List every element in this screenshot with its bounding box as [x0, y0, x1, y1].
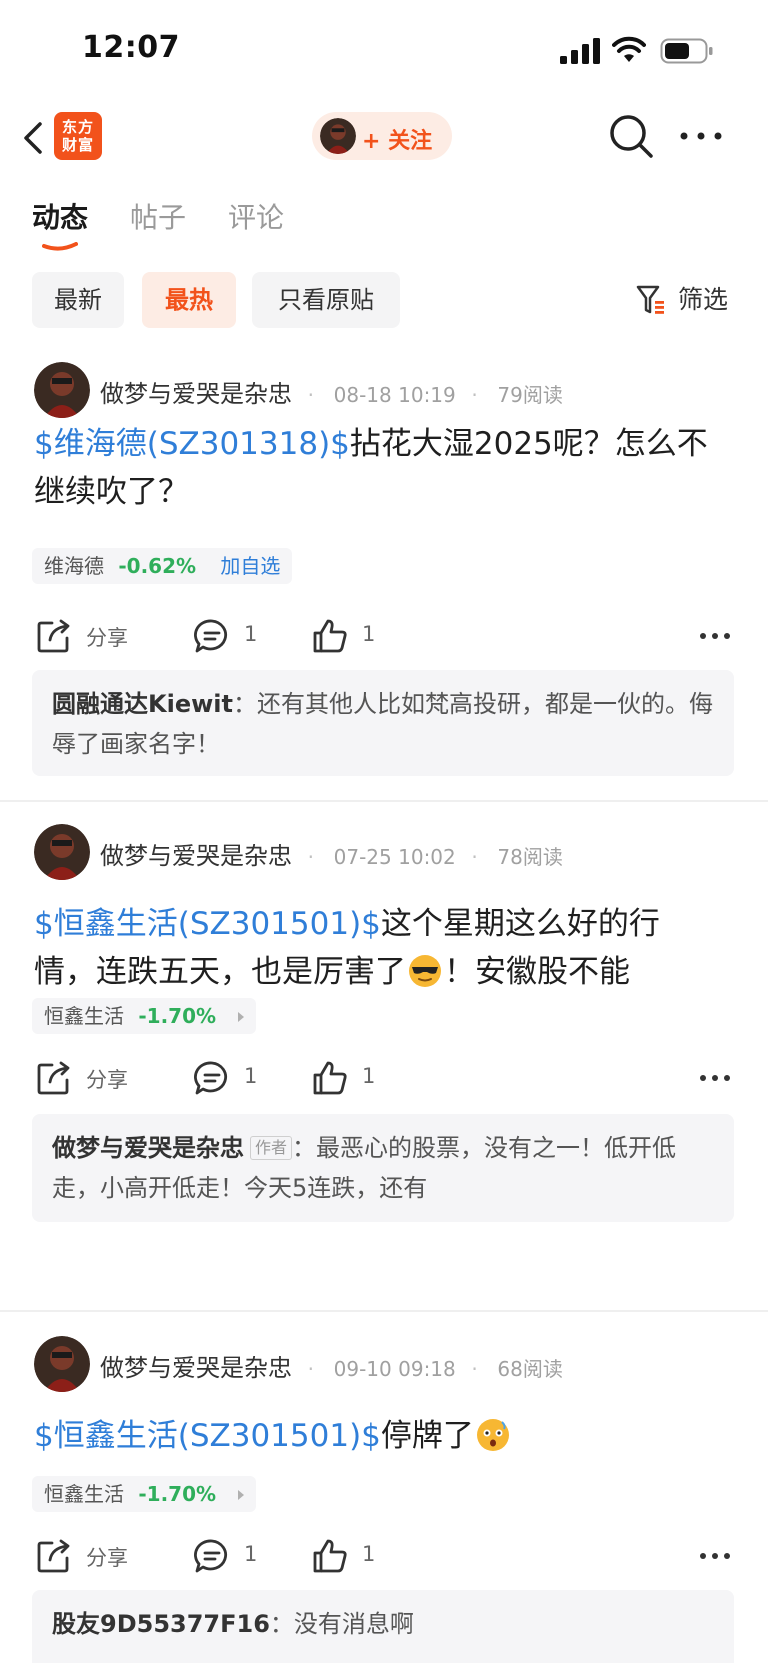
author-name[interactable]: 做梦与爱哭是杂忠	[100, 380, 292, 408]
like-count: 1	[362, 622, 376, 646]
author-badge: 作者	[250, 1136, 293, 1160]
read-count: 79阅读	[497, 383, 563, 407]
share-icon	[37, 1539, 70, 1573]
back-arrow-icon[interactable]	[18, 118, 48, 158]
chip-hottest[interactable]: 最热	[142, 272, 236, 328]
comment-count: 1	[244, 622, 258, 646]
stock-name: 恒鑫生活	[44, 1004, 124, 1028]
post-time: 09-10 09:18	[333, 1357, 456, 1381]
post-item[interactable]: 做梦与爱哭是杂忠 · 08-18 10:19 · 79阅读 $维海德(SZ301…	[0, 360, 768, 800]
comment-icon	[194, 1539, 228, 1573]
filter-bar: 最新 最热 只看原贴 筛选	[0, 272, 768, 328]
share-label: 分享	[86, 626, 128, 650]
share-icon	[37, 619, 70, 653]
post-item[interactable]: 做梦与爱哭是杂忠 · 07-25 10:02 · 78阅读 $恒鑫生活(SZ30…	[0, 822, 768, 1282]
post-time: 08-18 10:19	[333, 383, 456, 407]
thumbs-up-icon	[313, 619, 347, 653]
commenter-name[interactable]: 做梦与爱哭是杂忠	[52, 1134, 244, 1162]
divider	[0, 800, 768, 802]
more-options-icon[interactable]	[698, 624, 732, 648]
comment-text: 没有消息啊	[293, 1610, 414, 1638]
stock-name: 恒鑫生活	[44, 1482, 124, 1506]
comment-count: 1	[244, 1542, 258, 1566]
stock-change: -0.62%	[118, 554, 197, 578]
avatar[interactable]	[34, 1336, 90, 1392]
stock-card[interactable]: 恒鑫生活 -1.70%	[32, 998, 257, 1034]
sunglasses-emoji-icon	[409, 955, 441, 987]
comment-icon	[194, 1061, 228, 1095]
post-item[interactable]: 做梦与爱哭是杂忠 · 09-10 09:18 · 68阅读 $恒鑫生活(SZ30…	[0, 1334, 768, 1663]
more-options-icon[interactable]	[698, 1544, 732, 1568]
commenter-name[interactable]: 圆融通达Kiewit	[52, 690, 233, 718]
follow-label: + 关注	[362, 129, 433, 154]
author-name[interactable]: 做梦与爱哭是杂忠	[100, 1354, 292, 1382]
search-icon[interactable]	[608, 113, 654, 159]
post-meta: 做梦与爱哭是杂忠 · 07-25 10:02 · 78阅读	[100, 842, 563, 870]
stock-card[interactable]: 恒鑫生活 -1.70%	[32, 1476, 257, 1512]
post-time: 07-25 10:02	[333, 845, 456, 869]
stock-name: 维海德	[44, 554, 104, 578]
add-watchlist-button[interactable]: 加自选	[220, 554, 280, 578]
follow-button[interactable]: + 关注	[312, 112, 452, 160]
status-time: 12:07	[82, 30, 180, 65]
post-actions: 分享 1 1	[0, 1536, 768, 1576]
avatar[interactable]	[34, 362, 90, 418]
post-text[interactable]: $恒鑫生活(SZ301501)$停牌了	[34, 1412, 734, 1460]
wifi-icon	[612, 36, 646, 62]
tab-dynamics[interactable]: 动态	[32, 196, 88, 236]
filter-label: 筛选	[678, 285, 729, 314]
stock-tag-link[interactable]: $恒鑫生活(SZ301501)$	[34, 1418, 381, 1454]
chip-latest[interactable]: 最新	[32, 272, 124, 328]
share-icon	[37, 1061, 70, 1095]
post-text[interactable]: $维海德(SZ301318)$拈花大湿2025呢？怎么不继续吹了？	[34, 420, 734, 516]
caret-right-icon	[238, 1490, 245, 1500]
filter-icon	[636, 285, 664, 314]
post-meta: 做梦与爱哭是杂忠 · 08-18 10:19 · 79阅读	[100, 380, 563, 408]
more-options-icon[interactable]	[698, 1066, 732, 1090]
like-count: 1	[362, 1542, 376, 1566]
nav-bar: 东方 财富 + 关注	[0, 100, 768, 176]
post-actions: 分享 1 1	[0, 616, 768, 656]
avatar	[320, 118, 356, 154]
stock-tag-link[interactable]: $维海德(SZ301318)$	[34, 426, 350, 462]
thumbs-up-icon	[313, 1539, 347, 1573]
logo-text-bottom: 财富	[61, 136, 94, 154]
top-comment[interactable]: 圆融通达Kiewit：还有其他人比如梵高投研，都是一伙的。侮辱了画家名字！	[32, 670, 734, 776]
tab-bar: 动态 帖子 评论	[0, 196, 768, 256]
share-label: 分享	[86, 1068, 128, 1092]
caret-right-icon	[238, 1012, 245, 1022]
post-meta: 做梦与爱哭是杂忠 · 09-10 09:18 · 68阅读	[100, 1354, 563, 1382]
like-count: 1	[362, 1064, 376, 1088]
tab-comments[interactable]: 评论	[228, 196, 284, 236]
read-count: 78阅读	[497, 845, 563, 869]
commenter-name[interactable]: 股友9D55377F16	[52, 1610, 270, 1638]
more-icon[interactable]	[678, 122, 724, 150]
eastmoney-logo[interactable]: 东方 财富	[54, 112, 102, 160]
stock-tag-link[interactable]: $恒鑫生活(SZ301501)$	[34, 906, 381, 942]
thumbs-up-icon	[313, 1061, 347, 1095]
stock-change: -1.70%	[138, 1482, 217, 1506]
status-bar: 12:07	[0, 0, 768, 100]
author-name[interactable]: 做梦与爱哭是杂忠	[100, 842, 292, 870]
post-actions: 分享 1 1	[0, 1058, 768, 1098]
chip-original-only[interactable]: 只看原贴	[252, 272, 400, 328]
comment-icon	[194, 619, 228, 653]
stock-change: -1.70%	[138, 1004, 217, 1028]
logo-text-top: 东方	[61, 118, 94, 136]
stock-card[interactable]: 维海德 -0.62% 加自选	[32, 548, 293, 584]
top-comment[interactable]: 做梦与爱哭是杂忠 作者 ：最恶心的股票，没有之一！低开低走，小高开低走！今天5连跌，…	[32, 1114, 734, 1222]
avatar[interactable]	[34, 824, 90, 880]
active-tab-indicator	[42, 242, 78, 251]
read-count: 68阅读	[497, 1357, 563, 1381]
surprised-emoji-icon	[476, 1419, 509, 1451]
share-label: 分享	[86, 1546, 128, 1570]
post-body: 停牌了	[380, 1418, 474, 1454]
cellular-signal-icon	[560, 38, 600, 64]
battery-icon	[660, 38, 713, 64]
comment-count: 1	[244, 1064, 258, 1088]
tab-posts[interactable]: 帖子	[130, 196, 186, 236]
top-comment[interactable]: 股友9D55377F16：没有消息啊	[32, 1590, 734, 1663]
divider	[0, 1310, 768, 1312]
